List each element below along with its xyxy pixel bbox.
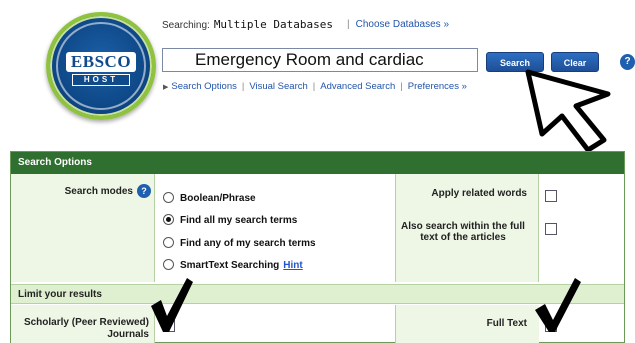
mode-smarttext[interactable]: SmartText Searching Hint xyxy=(163,259,303,271)
apply-related-words-label: Apply related words xyxy=(431,188,527,199)
also-search-fulltext-checkbox[interactable] xyxy=(545,223,557,235)
radio-button[interactable] xyxy=(163,237,174,248)
also-search-fulltext-label: Also search within the full text of the … xyxy=(401,221,525,243)
preferences-link[interactable]: Preferences » xyxy=(408,81,467,92)
logo-sub: HOST xyxy=(72,74,130,86)
scholarly-label: Scholarly (Peer Reviewed) Journals xyxy=(23,317,149,340)
mode-label: Find all my search terms xyxy=(180,215,298,226)
mode-label: Boolean/Phrase xyxy=(180,193,256,204)
ebsco-host-logo[interactable]: EBSCO HOST xyxy=(46,12,156,120)
choose-databases-link[interactable]: Choose Databases » xyxy=(356,19,449,30)
help-icon[interactable]: ? xyxy=(620,54,635,70)
mode-find-any[interactable]: Find any of my search terms xyxy=(163,237,316,249)
mouse-pointer-icon xyxy=(525,69,611,153)
logo-word: EBSCO xyxy=(66,52,136,72)
searching-label: Searching: xyxy=(162,20,210,31)
choose-databases: | Choose Databases » xyxy=(347,19,450,30)
help-icon[interactable]: ? xyxy=(137,184,151,198)
hint-link[interactable]: Hint xyxy=(283,260,302,271)
checkmark-icon xyxy=(151,278,193,332)
radio-button[interactable] xyxy=(163,192,174,203)
search-modes-label: Search modes xyxy=(64,186,133,197)
search-links: ▶ Search Options | Visual Search | Advanced S… xyxy=(163,81,467,92)
triangle-icon: ▶ xyxy=(163,84,169,91)
mode-label: SmartText Searching xyxy=(180,260,280,271)
mode-label: Find any of my search terms xyxy=(180,238,316,249)
searching-indicator: Searching: Multiple Databases xyxy=(162,18,333,31)
panel-title: Search Options xyxy=(11,152,624,174)
apply-related-words-checkbox[interactable] xyxy=(545,190,557,202)
radio-button-selected[interactable] xyxy=(163,214,174,225)
search-input[interactable]: Emergency Room and cardiac xyxy=(162,48,478,72)
mode-boolean-phrase[interactable]: Boolean/Phrase xyxy=(163,192,256,204)
visual-search-link[interactable]: Visual Search xyxy=(249,81,307,92)
radio-button[interactable] xyxy=(163,259,174,270)
searching-value: Multiple Databases xyxy=(213,18,334,31)
search-options-link[interactable]: Search Options xyxy=(171,81,236,92)
full-text-label: Full Text xyxy=(486,318,527,329)
search-options-panel: Search Options Search modes ? Boolean/Ph… xyxy=(10,151,625,343)
mode-find-all[interactable]: Find all my search terms xyxy=(163,214,297,226)
checkmark-icon xyxy=(535,278,581,332)
advanced-search-link[interactable]: Advanced Search xyxy=(320,81,395,92)
